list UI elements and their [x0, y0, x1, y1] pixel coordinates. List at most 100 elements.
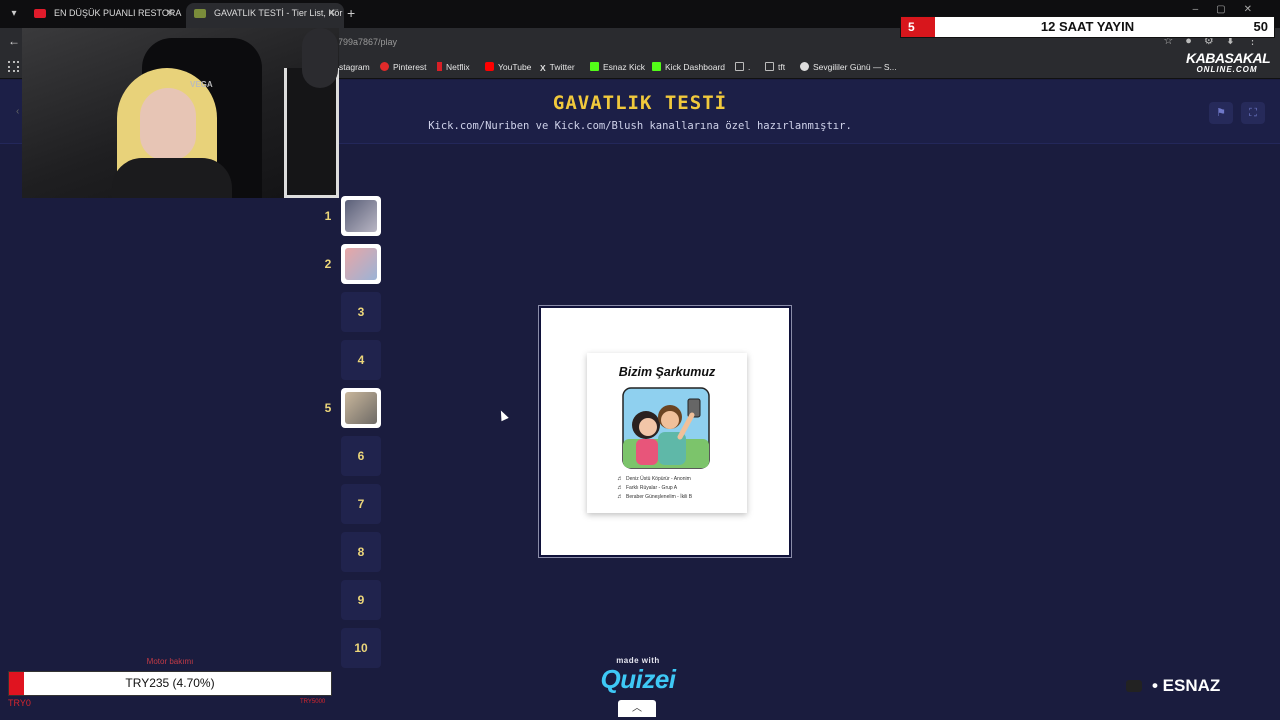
rank-number: 5 — [324, 401, 332, 415]
rank-thumbnail — [345, 392, 377, 424]
tab-label: EN DÜŞÜK PUANLI RESTORANI — [54, 8, 182, 18]
card-title: Bizim Şarkumuz — [618, 365, 716, 379]
rank-row[interactable]: 5 — [320, 388, 382, 428]
tab-label: GAVATLIK TESTİ - Tier List, Kör — [214, 8, 343, 18]
song-label: Farklı Rüyalar - Grup A — [626, 485, 678, 491]
bookmark-kick-dashboard[interactable]: Kick Dashboard — [652, 60, 725, 74]
mouse-cursor-icon — [497, 408, 509, 422]
rank-slot[interactable]: 6 — [341, 436, 381, 476]
rank-row[interactable]: 7 — [320, 484, 382, 524]
rank-row[interactable]: 2 — [320, 244, 382, 284]
tab-list-dropdown-icon[interactable]: ▾ — [6, 6, 22, 22]
overlay-counter: 5 — [901, 17, 935, 37]
rank-slot[interactable]: 7 — [341, 484, 381, 524]
couple-selfie-illustration — [622, 387, 710, 469]
close-tab-icon[interactable]: ✕ — [166, 3, 174, 24]
stream-timer-overlay: 5 12 SAAT YAYIN 50 — [900, 16, 1275, 38]
rank-slot[interactable]: 8 — [341, 532, 381, 572]
rank-row[interactable]: 3 — [320, 292, 382, 332]
fullscreen-button[interactable]: ⛶ — [1241, 102, 1265, 124]
folder-icon — [735, 62, 744, 71]
overlay-title: 12 SAAT YAYIN — [1040, 19, 1135, 34]
rank-row[interactable]: 8 — [320, 532, 382, 572]
bookmark-pinterest[interactable]: Pinterest — [380, 60, 427, 74]
rank-row[interactable]: 9 — [320, 580, 382, 620]
sponsor-logo: KABASAKAL ONLINE.COM — [1186, 50, 1271, 76]
donation-progress-text: TRY235 (4.70%) — [125, 676, 215, 690]
song-label: Beraber Güneşlenelim - İkili B — [626, 494, 693, 500]
rank-slot[interactable] — [341, 244, 381, 284]
sponsor-logo-line1: KABASAKAL — [1186, 50, 1271, 66]
bookmark-label: Netflix — [446, 62, 470, 72]
motorcycle-jacket — [284, 68, 339, 198]
current-item-card[interactable]: Bizim Şarkumuz ♬ Deniz Üstü Köpürür - Ano… — [587, 353, 747, 513]
rank-number: 9 — [357, 593, 365, 607]
youtube-icon — [1126, 680, 1142, 692]
bookmark-valentines[interactable]: Sevgililer Günü — S... — [800, 60, 897, 74]
rank-slot[interactable] — [341, 388, 381, 428]
rank-slot[interactable] — [341, 196, 381, 236]
browser-tab-2[interactable]: GAVATLIK TESTİ - Tier List, Kör ✕ — [186, 3, 344, 28]
rank-slot[interactable]: 4 — [341, 340, 381, 380]
apps-grid-icon[interactable] — [8, 61, 19, 72]
kick-icon — [590, 62, 599, 71]
close-tab-icon[interactable]: ✕ — [328, 3, 336, 24]
streamer-face — [140, 88, 196, 160]
bookmark-twitter[interactable]: X Twitter — [540, 60, 575, 74]
rank-number: 4 — [357, 353, 365, 367]
rank-thumbnail — [345, 248, 377, 280]
rank-slot[interactable]: 9 — [341, 580, 381, 620]
song-item: ♬ Farklı Rüyalar - Grup A — [617, 484, 727, 493]
rank-row[interactable]: 6 — [320, 436, 382, 476]
pinterest-icon — [380, 62, 389, 71]
donation-max-label: TRY5000 — [300, 699, 326, 705]
bookmark-esnaz-kick[interactable]: Esnaz Kick — [590, 60, 645, 74]
sponsor-logo-line2: ONLINE.COM — [1196, 65, 1258, 74]
bookmark-instagram[interactable]: stagram — [339, 60, 370, 74]
bookmark-label: Pinterest — [393, 62, 427, 72]
youtube-icon — [485, 62, 494, 71]
song-item: ♬ Deniz Üstü Köpürür - Anonim — [617, 475, 727, 484]
bookmark-label: tft — [778, 62, 786, 72]
scroll-up-button[interactable]: ︿ — [618, 700, 656, 717]
new-tab-button[interactable]: + — [347, 6, 355, 20]
bookmark-label: Kick Dashboard — [665, 62, 726, 72]
music-note-icon: ♬ — [617, 476, 623, 482]
music-note-icon: ♬ — [617, 494, 623, 500]
site-favicon-icon — [194, 9, 206, 18]
donation-min-label: TRY0 — [8, 698, 31, 708]
browser-tab-1[interactable]: EN DÜŞÜK PUANLI RESTORANI ✕ — [26, 3, 182, 28]
bookmark-tft-folder[interactable]: tft — [765, 60, 785, 74]
bookmark-label: Sevgililer Günü — S... — [813, 62, 897, 72]
rank-number: 2 — [324, 257, 332, 271]
song-item: ♬ Beraber Güneşlenelim - İkili B — [617, 493, 727, 502]
channel-name: • ESNAZ — [1152, 676, 1221, 695]
current-item-frame[interactable]: Bizim Şarkumuz ♬ Deniz Üstü Köpürür - Ano… — [539, 306, 791, 557]
x-logo-icon: X — [540, 63, 546, 73]
rank-row[interactable]: 1 — [320, 196, 382, 236]
report-flag-button[interactable]: ⚑ — [1209, 102, 1233, 124]
rank-number: 1 — [324, 209, 332, 223]
music-note-icon: ♬ — [617, 485, 623, 491]
rank-row[interactable]: 4 — [320, 340, 382, 380]
bookmark-folder[interactable]: . — [735, 60, 750, 74]
bookmark-label: stagram — [339, 62, 370, 72]
song-label: Deniz Üstü Köpürür - Anonim — [626, 476, 691, 482]
webcam-overlay: VEGA — [22, 28, 339, 198]
rank-number: 6 — [357, 449, 365, 463]
rank-slot[interactable]: 3 — [341, 292, 381, 332]
back-arrow-icon[interactable]: ← — [8, 34, 20, 48]
kick-icon — [652, 62, 661, 71]
bookmark-netflix[interactable]: Netflix — [437, 60, 470, 74]
fullscreen-icon: ⛶ — [1249, 107, 1257, 119]
channel-name-overlay: • ESNAZ — [1124, 674, 1274, 698]
flag-icon: ⚑ — [1216, 107, 1226, 119]
bookmark-youtube[interactable]: YouTube — [485, 60, 531, 74]
chair-brand-label: VEGA — [190, 80, 213, 89]
rank-thumbnail — [345, 200, 377, 232]
window-controls[interactable]: –▢✕ — [1193, 4, 1270, 15]
folder-icon — [765, 62, 774, 71]
rank-number: 3 — [357, 305, 365, 319]
rank-number: 10 — [354, 641, 368, 655]
youtube-favicon-icon — [34, 9, 46, 18]
